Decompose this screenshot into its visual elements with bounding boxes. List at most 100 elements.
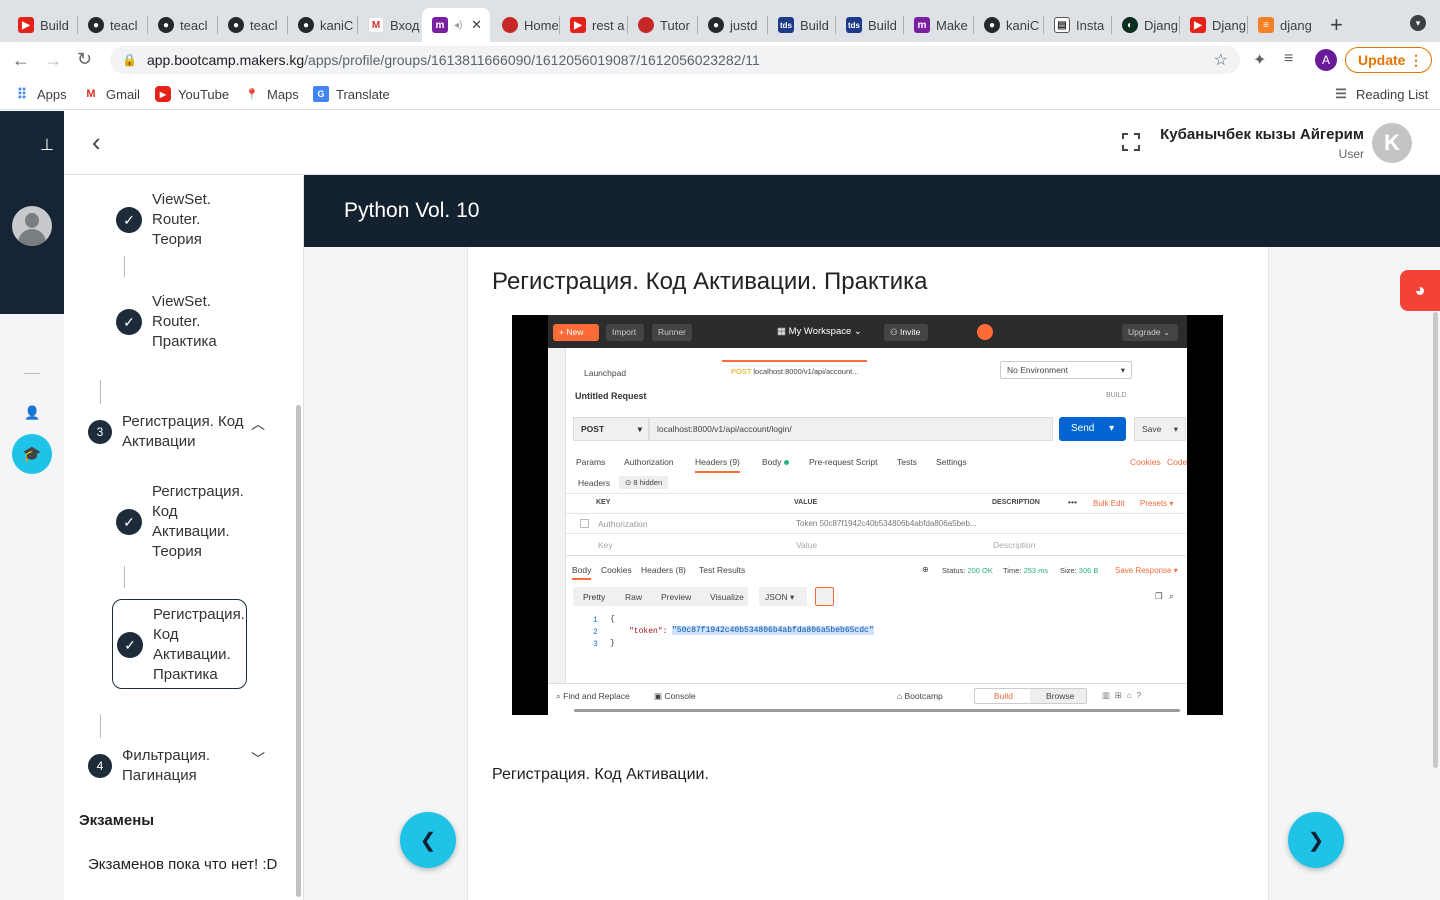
browser-tab[interactable]: ▶ rest a bbox=[560, 8, 628, 42]
user-avatar[interactable]: K bbox=[1372, 123, 1412, 163]
rail-user-avatar[interactable] bbox=[12, 206, 52, 246]
hidden-headers-badge: ⊙ 8 hidden bbox=[619, 476, 669, 489]
postman-environment: No Environment ▾ bbox=[1000, 361, 1132, 379]
browser-tab[interactable]: ● teacl bbox=[218, 8, 288, 42]
timeline-connector bbox=[100, 714, 101, 738]
browser-tab-strip: ▶ Build ● teacl ● teacl ● teacl ● kaniC M Вход… bbox=[0, 0, 1440, 42]
console: ▣ Console bbox=[654, 691, 696, 701]
django-icon: ◐ bbox=[1122, 17, 1138, 33]
profile-avatar[interactable]: A bbox=[1315, 49, 1337, 71]
lesson-item-current[interactable]: ✓ Регистрация. Код Активации. Практика bbox=[117, 605, 247, 685]
sync-icon bbox=[977, 324, 993, 340]
more-vert-icon: ⋮ bbox=[1409, 51, 1423, 68]
media-control-icon[interactable]: ≡ bbox=[1284, 50, 1293, 68]
browser-tab[interactable]: m Make bbox=[904, 8, 974, 42]
check-icon: ✓ bbox=[117, 632, 143, 658]
graduation-cap-icon[interactable]: 🎓 bbox=[12, 434, 52, 474]
postman-send-button: Send ▾ bbox=[1059, 417, 1126, 441]
postman-new-button: + New bbox=[553, 324, 599, 341]
sidebar-scrollbar[interactable] bbox=[296, 405, 301, 897]
browser-tab[interactable]: ≡ djang bbox=[1248, 8, 1318, 42]
back-arrow-icon[interactable]: ← bbox=[12, 50, 30, 71]
update-button[interactable]: Update ⋮ bbox=[1345, 47, 1432, 73]
postman-request-name: Untitled Request bbox=[575, 391, 647, 401]
bookmark-maps[interactable]: 📍 Maps bbox=[244, 86, 299, 102]
bootcamp: ⌂ Bootcamp bbox=[897, 691, 943, 701]
bookmarks-bar: ⠿ Apps M Gmail ▶ YouTube 📍 Maps G Translate ☰… bbox=[0, 78, 1440, 110]
check-icon: ✓ bbox=[116, 509, 142, 535]
browser-tab-active[interactable]: m ◂) ✕ bbox=[422, 8, 490, 42]
browser-tab[interactable]: Home bbox=[492, 8, 560, 42]
stackoverflow-icon: ≡ bbox=[1258, 17, 1274, 33]
course-title: Python Vol. 10 bbox=[344, 199, 480, 222]
url-path: /apps/profile/groups/1613811666090/16120… bbox=[304, 52, 760, 68]
browser-tab[interactable]: ◐ Djang bbox=[1112, 8, 1180, 42]
exams-empty-text: Экзаменов пока что нет! :D bbox=[88, 856, 278, 873]
browser-tab[interactable]: ● teacl bbox=[78, 8, 148, 42]
tab-search-icon[interactable]: ▾ bbox=[1410, 15, 1426, 31]
bookmark-translate[interactable]: G Translate bbox=[313, 86, 390, 102]
url-host: app.bootcamp.makers.kg bbox=[146, 52, 305, 68]
pin-icon[interactable]: ⊥ bbox=[40, 135, 54, 155]
lesson-title: Регистрация. Код Активации. Практика bbox=[492, 268, 928, 295]
lesson-video-player[interactable]: + New Import Runner ▦ My Workspace ⌄ ⚇ I… bbox=[512, 315, 1223, 715]
postman-url-input: localhost:8000/v1/api/account/login/ bbox=[649, 417, 1053, 441]
github-icon: ● bbox=[228, 17, 244, 33]
forward-arrow-icon[interactable]: → bbox=[44, 50, 62, 71]
chevron-down-icon[interactable]: ﹀ bbox=[251, 749, 265, 769]
postman-format-select: JSON ▾ bbox=[759, 587, 807, 606]
postman-tab-launchpad: Launchpad bbox=[584, 368, 627, 378]
youtube-icon: ▶ bbox=[1190, 17, 1206, 33]
search-icon: ⌕ bbox=[1169, 591, 1174, 601]
chevron-left-icon[interactable]: ‹ bbox=[92, 127, 101, 157]
previous-lesson-button[interactable]: ❮ bbox=[400, 812, 456, 868]
tds-icon: tds bbox=[778, 17, 794, 33]
bookmark-gmail[interactable]: M Gmail bbox=[83, 86, 140, 102]
browser-tab[interactable]: ▶ Djang bbox=[1180, 8, 1248, 42]
next-lesson-button[interactable]: ❯ bbox=[1288, 812, 1344, 868]
new-tab-icon[interactable]: + bbox=[1330, 12, 1343, 38]
bookmark-apps[interactable]: ⠿ Apps bbox=[14, 86, 67, 102]
browser-tab[interactable]: ● kaniC bbox=[288, 8, 358, 42]
address-bar[interactable]: 🔒 app.bootcamp.makers.kg/apps/profile/gr… bbox=[110, 46, 1240, 74]
browser-tab[interactable]: Tutor bbox=[628, 8, 698, 42]
apps-grid-icon: ⠿ bbox=[16, 85, 28, 102]
browser-tab[interactable]: ● kaniC bbox=[974, 8, 1044, 42]
user-icon[interactable]: 👤 bbox=[24, 405, 40, 421]
red-icon bbox=[502, 17, 518, 33]
reading-list[interactable]: ☰ Reading List bbox=[1333, 86, 1428, 102]
extensions-icon[interactable]: ✦ bbox=[1253, 50, 1266, 70]
bookmark-youtube[interactable]: ▶ YouTube bbox=[155, 86, 229, 102]
chevron-up-icon[interactable]: ︿ bbox=[251, 414, 265, 434]
browser-tab[interactable]: M Вход bbox=[358, 8, 422, 42]
lesson-item[interactable]: ✓ ViewSet. Router. Практика bbox=[116, 292, 266, 352]
page-scrollbar[interactable] bbox=[1433, 312, 1438, 768]
lesson-item[interactable]: ✓ ViewSet. Router. Теория bbox=[116, 190, 266, 250]
body-dot-icon bbox=[784, 460, 789, 465]
close-tab-icon[interactable]: ✕ bbox=[471, 17, 482, 33]
lesson-item[interactable]: ✓ Регистрация. Код Активации. Теория bbox=[116, 482, 266, 562]
browser-tab[interactable]: ● teacl bbox=[148, 8, 218, 42]
postman-upgrade: Upgrade ⌄ bbox=[1122, 324, 1178, 341]
token-value: "50c87f1942c40b534806b4abfda806a5beb65cd… bbox=[672, 626, 874, 635]
browser-tab[interactable]: ▤ Insta bbox=[1044, 8, 1112, 42]
gmail-icon: M bbox=[368, 17, 384, 33]
browser-toolbar: ← → ↻ 🔒 app.bootcamp.makers.kg/apps/prof… bbox=[0, 42, 1440, 78]
postman-leftbar bbox=[548, 348, 566, 683]
user-role: User bbox=[1338, 147, 1364, 161]
browser-tab[interactable]: ● justd bbox=[698, 8, 768, 42]
bookmark-star-icon[interactable]: ☆ bbox=[1214, 50, 1228, 70]
rail-divider bbox=[24, 373, 40, 374]
github-icon: ● bbox=[708, 17, 724, 33]
postman-save-response: Save Response ▾ bbox=[1115, 566, 1178, 575]
find-replace: ⌕ Find and Replace bbox=[556, 691, 630, 701]
makers-icon: m bbox=[432, 17, 448, 33]
fullscreen-icon[interactable] bbox=[1122, 133, 1140, 151]
palette-icon[interactable]: ◕ bbox=[1400, 270, 1440, 311]
reload-icon[interactable]: ↻ bbox=[77, 49, 92, 70]
browser-tab[interactable]: tds Build bbox=[768, 8, 836, 42]
translate-icon: G bbox=[313, 86, 329, 102]
tds-icon: tds bbox=[846, 17, 862, 33]
browser-tab[interactable]: tds Build bbox=[836, 8, 904, 42]
browser-tab[interactable]: ▶ Build bbox=[8, 8, 78, 42]
